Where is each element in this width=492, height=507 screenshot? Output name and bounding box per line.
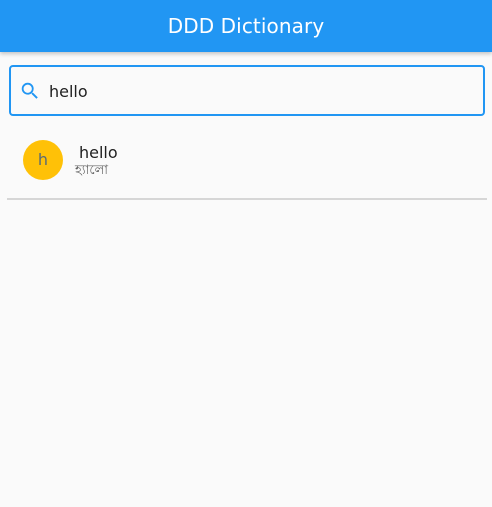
app-screen: DDD Dictionary h hello হ্যালো (0, 0, 492, 507)
meaning-text: হ্যালো (75, 163, 109, 178)
search-input[interactable] (49, 76, 469, 106)
app-bar: DDD Dictionary (0, 0, 492, 52)
avatar-letter: h (37, 150, 49, 169)
avatar: h (23, 140, 63, 180)
search-field[interactable] (9, 65, 485, 116)
word-text: hello (79, 143, 118, 162)
app-title: DDD Dictionary (167, 14, 325, 38)
search-icon (21, 82, 38, 99)
list-item[interactable]: h hello হ্যালো (7, 124, 487, 200)
